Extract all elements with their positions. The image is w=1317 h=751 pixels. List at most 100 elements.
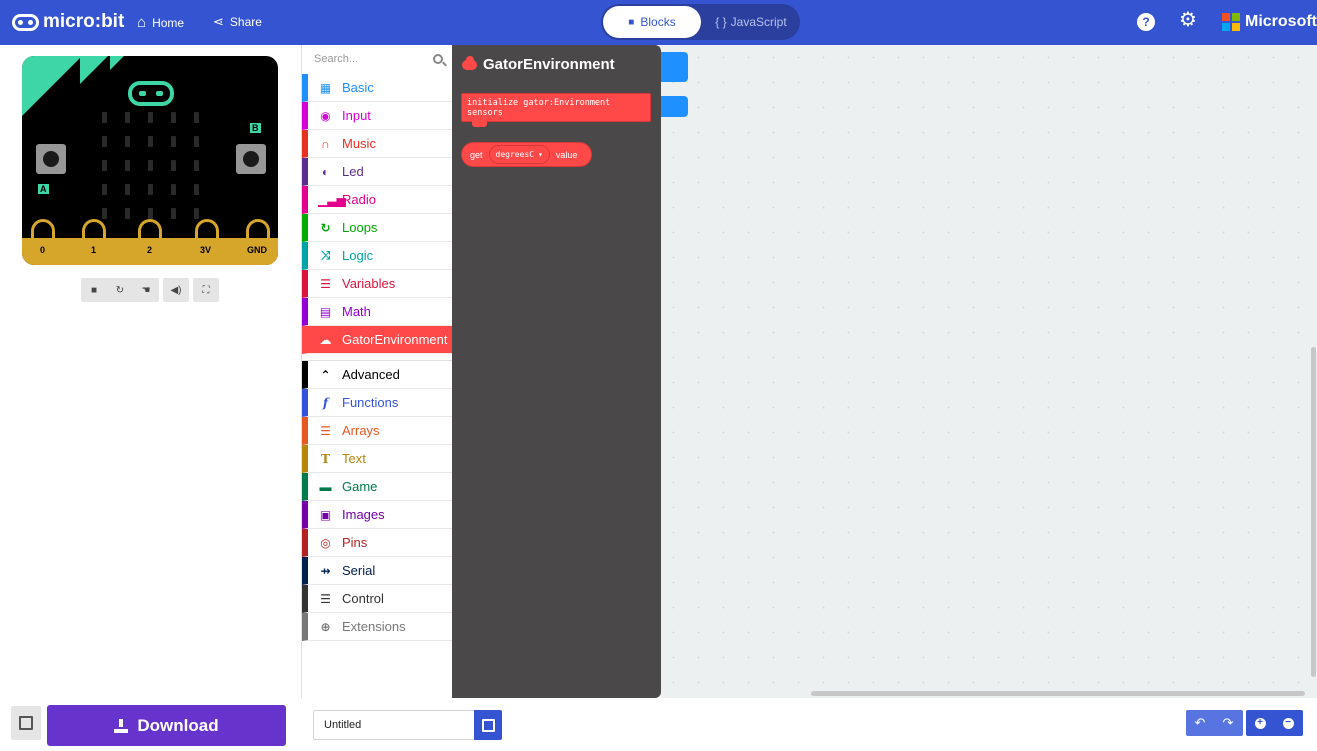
category-label: Led: [342, 164, 364, 179]
caret-down-icon: ▾: [538, 150, 543, 159]
corner-decoration: [80, 56, 108, 84]
category-gatorenvironment[interactable]: ☁ GatorEnvironment: [302, 326, 453, 354]
bottom-bar: Download ↶ ↷ + −: [0, 698, 1317, 751]
mute-icon[interactable]: ◀): [163, 278, 189, 302]
save-button[interactable]: [474, 710, 502, 740]
category-music[interactable]: ∩ Music: [302, 130, 453, 158]
share-button[interactable]: ⋖ Share: [213, 14, 262, 30]
category-loops[interactable]: ↻ Loops: [302, 214, 453, 242]
category-images[interactable]: ▣ Images: [302, 501, 453, 529]
category-serial[interactable]: ⇸ Serial: [302, 557, 453, 585]
list-lines-icon: ☰: [320, 276, 331, 291]
vertical-scrollbar[interactable]: [1311, 347, 1316, 677]
category-label: Control: [342, 591, 384, 606]
list-icon: ☰: [320, 423, 331, 438]
javascript-label: JavaScript: [730, 15, 787, 29]
chevron-up-icon: ⌃: [320, 367, 331, 382]
category-label: Game: [342, 479, 378, 494]
collapse-simulator-button[interactable]: [11, 706, 41, 740]
zoom-out-button[interactable]: −: [1274, 710, 1302, 736]
zoom-in-button[interactable]: +: [1246, 710, 1274, 736]
block-flyout: GatorEnvironment initialize gator:Enviro…: [452, 45, 661, 698]
workspace-block-on-start[interactable]: [661, 52, 688, 82]
undo-icon[interactable]: ↶: [1186, 710, 1214, 736]
grid-icon: ▦: [319, 80, 332, 95]
button-a-label: A: [38, 184, 49, 194]
category-label: GatorEnvironment: [342, 332, 448, 347]
blocks-label: Blocks: [640, 15, 676, 29]
puzzle-icon: ■: [628, 16, 635, 28]
button-a[interactable]: [36, 144, 66, 174]
category-radio[interactable]: ▁▃▅ Radio: [302, 186, 453, 214]
javascript-tab[interactable]: { } JavaScript: [705, 6, 797, 38]
horizontal-scrollbar[interactable]: [811, 691, 1305, 696]
toolbox-search[interactable]: Search...: [302, 45, 453, 73]
block-text: initialize gator:Environment sensors: [467, 97, 611, 118]
stop-icon[interactable]: ■: [81, 285, 107, 296]
usb-icon: ⇸: [320, 563, 331, 578]
flyout-title: GatorEnvironment: [462, 55, 615, 73]
download-button[interactable]: Download: [47, 705, 286, 746]
category-logic[interactable]: ⤨ Logic: [302, 242, 453, 270]
category-text[interactable]: T Text: [302, 445, 453, 473]
initialize-sensors-block[interactable]: initialize gator:Environment sensors: [461, 93, 651, 122]
category-control[interactable]: ☰ Control: [302, 585, 453, 613]
workspace-block-forever[interactable]: [661, 96, 688, 117]
microsoft-logo[interactable]: Microsoft: [1222, 13, 1317, 31]
get-value-block[interactable]: get degreesC ▾ value: [461, 142, 592, 167]
slowmo-icon[interactable]: ☚: [133, 285, 159, 296]
shuffle-icon: ⤨: [320, 248, 331, 262]
pin-target-icon: ◎: [320, 535, 331, 550]
redo-icon[interactable]: ↷: [1214, 710, 1242, 736]
download-label: Download: [137, 715, 219, 735]
restart-icon[interactable]: ↻: [107, 285, 133, 296]
calculator-icon: ▤: [319, 304, 332, 319]
button-b[interactable]: [236, 144, 266, 174]
category-arrays[interactable]: ☰ Arrays: [302, 417, 453, 445]
microsoft-label: Microsoft: [1245, 13, 1317, 30]
block-text: value: [555, 149, 578, 160]
pin-gnd[interactable]: [246, 219, 270, 263]
category-label: Radio: [342, 192, 376, 207]
category-label: Basic: [342, 80, 374, 95]
category-variables[interactable]: ☰ Variables: [302, 270, 453, 298]
undo-redo-group: ↶ ↷: [1186, 710, 1243, 736]
fullscreen-icon[interactable]: ⛶: [193, 278, 219, 302]
help-icon[interactable]: ?: [1137, 13, 1155, 31]
share-label: Share: [229, 15, 262, 29]
category-label: Extensions: [342, 619, 406, 634]
category-advanced[interactable]: ⌃ Advanced: [302, 361, 453, 389]
home-button[interactable]: ⌂ Home: [137, 14, 184, 31]
unit-dropdown[interactable]: degreesC ▾: [488, 145, 550, 164]
category-extensions[interactable]: ⊕ Extensions: [302, 613, 453, 641]
gear-icon[interactable]: ⚙: [1179, 9, 1197, 31]
blocks-tab[interactable]: ■ Blocks: [603, 6, 701, 38]
pin-label: 2: [147, 245, 153, 255]
button-b-label: B: [250, 123, 261, 133]
image-icon: ▣: [319, 507, 332, 522]
microbit-simulator[interactable]: A B 0 1 2 3V GND: [22, 56, 278, 265]
category-label: Pins: [342, 535, 368, 550]
category-math[interactable]: ▤ Math: [302, 298, 453, 326]
category-label: Advanced: [342, 367, 400, 382]
category-functions[interactable]: f Functions: [302, 389, 453, 417]
microbit-logo[interactable]: micro:bit: [12, 11, 124, 33]
category-led[interactable]: ◐ Led: [302, 158, 453, 186]
sim-controls: ■ ↻ ☚: [81, 278, 159, 302]
text-icon: T: [321, 451, 330, 466]
category-label: Serial: [342, 563, 376, 578]
blocks-workspace[interactable]: [661, 45, 1317, 698]
category-input[interactable]: ◉ Input: [302, 102, 453, 130]
category-pins[interactable]: ◎ Pins: [302, 529, 453, 557]
category-basic[interactable]: ▦ Basic: [302, 74, 453, 102]
zoom-in-icon: +: [1254, 717, 1266, 729]
category-game[interactable]: ▬ Game: [302, 473, 453, 501]
project-name-input[interactable]: [313, 710, 475, 740]
plus-circle-icon: ⊕: [320, 619, 331, 634]
microsoft-grid-icon: [1222, 13, 1240, 31]
pin-1[interactable]: [82, 219, 106, 263]
pin-0[interactable]: [31, 219, 55, 263]
pin-2[interactable]: [138, 219, 162, 263]
corner-decoration: [110, 56, 124, 70]
pin-3v[interactable]: [195, 219, 219, 263]
